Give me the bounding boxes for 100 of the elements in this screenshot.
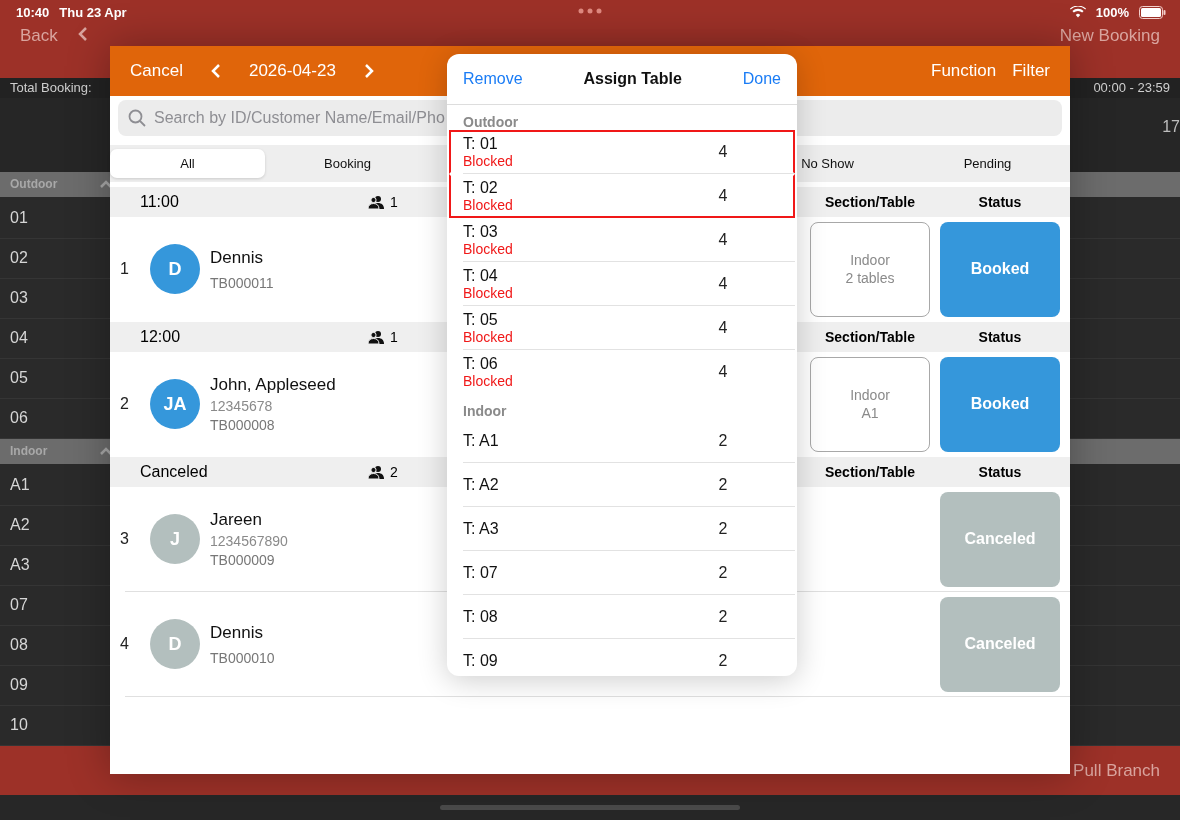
avatar: J	[150, 514, 200, 564]
table-name[interactable]: A1	[10, 476, 30, 495]
blocked-note: Blocked	[463, 373, 514, 389]
section-table-text: Indoor	[850, 252, 890, 268]
seat-count: 2	[717, 652, 729, 670]
row-number: 2	[120, 395, 130, 413]
table-option[interactable]: T: A1 2	[449, 419, 795, 463]
section-name: Outdoor	[10, 177, 59, 192]
total-booking-label: Total Booking:	[10, 80, 92, 96]
group-title: 11:00	[140, 193, 180, 211]
battery-icon	[1139, 5, 1166, 19]
column-header: Section/Table	[824, 194, 916, 210]
pax-count: 2	[390, 464, 398, 480]
table-label: T: 09	[463, 652, 499, 670]
seat-count: 4	[717, 319, 729, 337]
table-name[interactable]: 02	[10, 249, 28, 268]
chevron-right-icon[interactable]	[363, 63, 374, 79]
table-label: T: A2	[463, 476, 500, 494]
table-label: T: 06	[463, 355, 499, 373]
seat-count: 2	[717, 608, 729, 626]
booking-id: TB000010	[210, 649, 275, 666]
table-label: T: A1	[463, 432, 500, 450]
column-header: Section/Table	[824, 464, 916, 480]
people-icon	[368, 329, 384, 345]
filter-tab[interactable]: Pending	[910, 149, 1065, 178]
section-label: Indoor	[462, 402, 508, 419]
column-header: Status	[977, 194, 1023, 210]
table-option[interactable]: T: 01 Blocked 4	[449, 130, 795, 174]
table-option[interactable]: T: 07 2	[449, 551, 795, 595]
row-number: 4	[120, 635, 130, 653]
table-option[interactable]: T: 05 Blocked 4	[449, 306, 795, 350]
phone-number: 1234567890	[210, 533, 288, 549]
table-name[interactable]: 03	[10, 289, 28, 308]
filter-tab[interactable]: All	[110, 149, 265, 178]
table-name[interactable]: 10	[10, 716, 28, 735]
seat-count: 4	[717, 143, 729, 161]
section-table-card[interactable]: Indoor A1	[810, 356, 930, 452]
table-name[interactable]: 01	[10, 209, 28, 228]
table-name[interactable]: 07	[10, 596, 28, 615]
group-title: Canceled	[140, 463, 209, 481]
section-label: Outdoor	[462, 113, 520, 130]
table-name[interactable]: 05	[10, 369, 28, 388]
filter-tab[interactable]: Booking	[270, 149, 425, 178]
table-label: T: 04	[463, 267, 499, 285]
multitask-dots-icon[interactable]	[578, 8, 602, 14]
blocked-note: Blocked	[463, 241, 514, 257]
row-number: 3	[120, 530, 130, 548]
row-number: 1	[120, 260, 130, 278]
table-name[interactable]: 06	[10, 409, 28, 428]
column-header: Section/Table	[824, 329, 916, 345]
table-option[interactable]: T: 09 2	[449, 639, 795, 676]
people-icon	[368, 194, 384, 210]
booking-count: 17	[1162, 117, 1180, 136]
pax-count: 1	[390, 194, 398, 210]
table-option[interactable]: T: 08 2	[449, 595, 795, 639]
remove-button[interactable]: Remove	[463, 70, 523, 88]
seat-count: 2	[717, 476, 729, 494]
seat-count: 4	[717, 187, 729, 205]
customer-name: John, Appleseed	[210, 375, 336, 395]
table-label: T: 03	[463, 223, 499, 241]
table-label: T: 02	[463, 179, 499, 197]
group-title: 12:00	[140, 328, 182, 346]
table-option[interactable]: T: A2 2	[449, 463, 795, 507]
table-option[interactable]: T: 02 Blocked 4	[449, 174, 795, 218]
table-option[interactable]: T: 04 Blocked 4	[449, 262, 795, 306]
table-option[interactable]: T: A3 2	[449, 507, 795, 551]
section-name: Indoor	[10, 444, 49, 459]
column-header: Status	[977, 464, 1023, 480]
blocked-note: Blocked	[463, 197, 514, 213]
table-name[interactable]: 08	[10, 636, 28, 655]
wifi-icon	[1069, 6, 1086, 18]
search-icon	[128, 109, 146, 127]
seat-count: 4	[717, 231, 729, 249]
table-name[interactable]: 04	[10, 329, 28, 348]
table-label: T: 07	[463, 564, 499, 582]
seat-count: 2	[717, 432, 729, 450]
seat-count: 4	[717, 275, 729, 293]
table-label: T: 08	[463, 608, 499, 626]
blocked-note: Blocked	[463, 285, 514, 301]
popover-title: Assign Table	[583, 70, 682, 88]
section-table-card[interactable]: Indoor 2 tables	[810, 221, 930, 317]
table-name[interactable]: 09	[10, 676, 28, 695]
blocked-note: Blocked	[463, 329, 514, 345]
booking-id: TB000008	[210, 417, 276, 433]
table-name[interactable]: A3	[10, 556, 30, 575]
time-range: 00:00 - 23:59	[1093, 80, 1170, 96]
seat-count: 4	[717, 363, 729, 381]
column-header: Status	[977, 329, 1023, 345]
table-name[interactable]: A2	[10, 516, 30, 535]
battery-percent: 100%	[1095, 4, 1129, 20]
phone-number: 12345678	[210, 398, 274, 414]
avatar: D	[150, 244, 200, 294]
chevron-left-icon[interactable]	[77, 26, 88, 42]
table-option[interactable]: T: 06 Blocked 4	[449, 350, 795, 394]
table-label: T: 01	[463, 135, 499, 153]
table-option[interactable]: T: 03 Blocked 4	[449, 218, 795, 262]
section-table-text: 2 tables	[845, 270, 895, 286]
done-button[interactable]: Done	[742, 70, 781, 88]
seat-count: 2	[717, 564, 729, 582]
seat-count: 2	[717, 520, 729, 538]
